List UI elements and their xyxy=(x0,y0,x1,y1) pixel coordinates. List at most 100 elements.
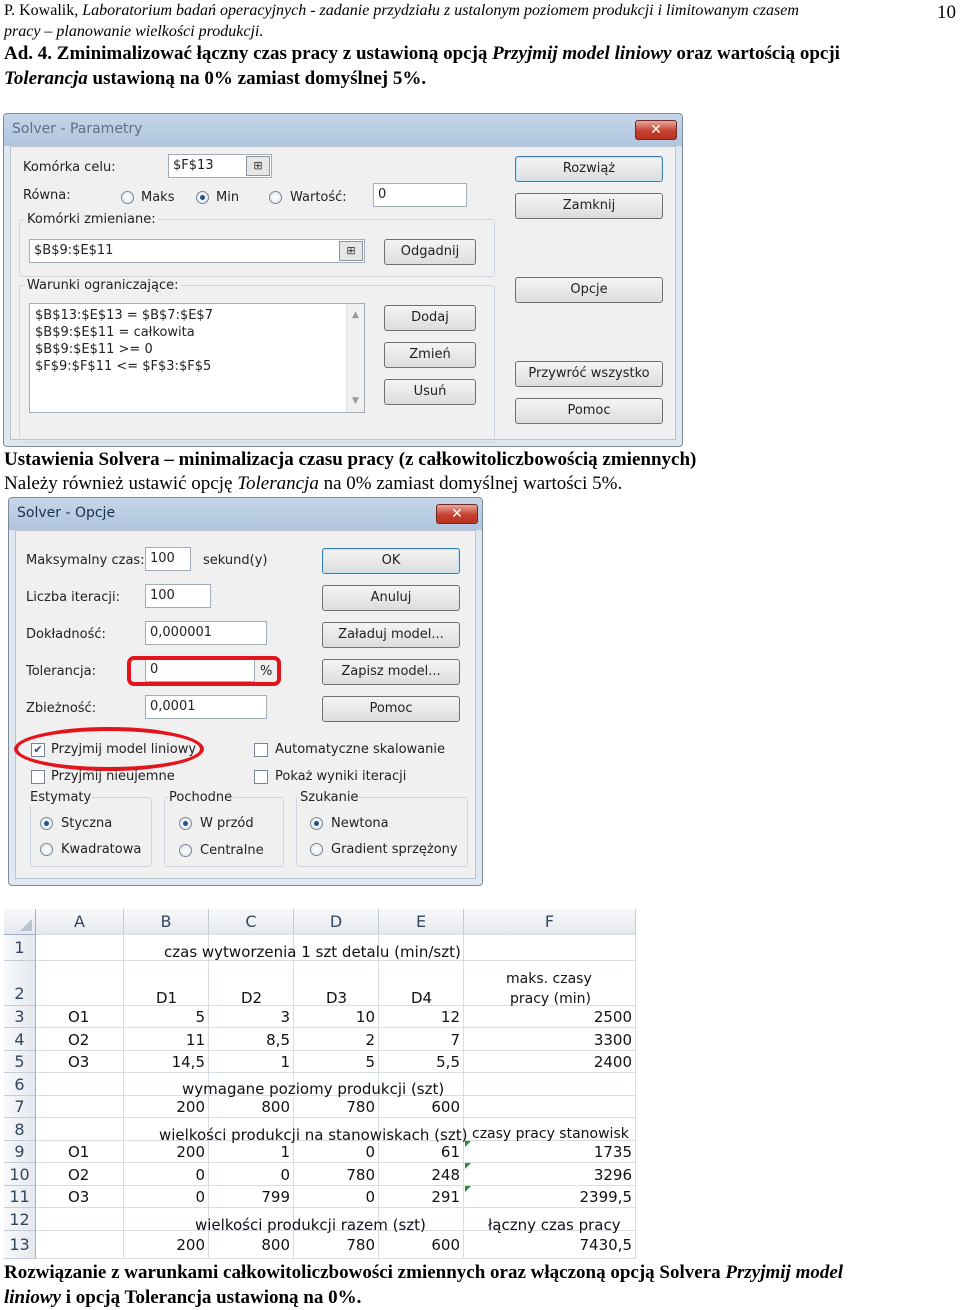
iterations-input[interactable]: 100 xyxy=(145,584,211,608)
cell-f11[interactable]: 2399,5 xyxy=(464,1188,633,1206)
cell-e13[interactable]: 600 xyxy=(379,1236,460,1254)
row-header-7[interactable]: 7 xyxy=(4,1096,36,1118)
cell-b1[interactable]: czas wytworzenia 1 szt detalu (min/szt) xyxy=(164,943,461,961)
radio-newton[interactable] xyxy=(310,817,323,830)
cell-f13[interactable]: 7430,5 xyxy=(464,1236,633,1254)
cell-e7[interactable]: 600 xyxy=(379,1098,460,1116)
solve-button[interactable]: Rozwiąż xyxy=(515,156,663,182)
cell-d3[interactable]: 10 xyxy=(294,1008,375,1026)
cell-d11[interactable]: 0 xyxy=(294,1188,375,1206)
cell-b13[interactable]: 200 xyxy=(124,1236,205,1254)
cell-a10[interactable]: O2 xyxy=(68,1166,89,1184)
cell-e3[interactable]: 12 xyxy=(379,1008,460,1026)
cell-c5[interactable]: 1 xyxy=(209,1053,290,1071)
radio-value[interactable] xyxy=(269,191,282,204)
cell-c7[interactable]: 800 xyxy=(209,1098,290,1116)
cell-f2-line1[interactable]: maks. czasy xyxy=(506,971,592,987)
cell-e9[interactable]: 61 xyxy=(379,1143,460,1161)
row-header-6[interactable]: 6 xyxy=(4,1073,36,1096)
cell-b9[interactable]: 200 xyxy=(124,1143,205,1161)
save-model-button[interactable]: Zapisz model... xyxy=(322,659,460,685)
convergence-input[interactable]: 0,0001 xyxy=(145,695,267,719)
delete-button[interactable]: Usuń xyxy=(384,379,476,405)
close-icon[interactable]: ✕ xyxy=(635,120,677,140)
cell-d9[interactable]: 0 xyxy=(294,1143,375,1161)
help-button[interactable]: Pomoc xyxy=(515,398,663,424)
radio-tangent[interactable] xyxy=(40,817,53,830)
cell-e5[interactable]: 5,5 xyxy=(379,1053,460,1071)
cell-b7[interactable]: 200 xyxy=(124,1098,205,1116)
column-header-b[interactable]: B xyxy=(124,909,209,935)
cell-b12[interactable]: wielkości produkcji razem (szt) xyxy=(195,1216,426,1234)
select-all-corner[interactable] xyxy=(4,909,36,935)
cell-a11[interactable]: O3 xyxy=(68,1188,89,1206)
close-icon[interactable]: ✕ xyxy=(436,504,478,524)
changing-cells-input[interactable]: $B$9:$E$11 xyxy=(29,239,365,263)
cell-d13[interactable]: 780 xyxy=(294,1236,375,1254)
cell-c9[interactable]: 1 xyxy=(209,1143,290,1161)
row-header-1[interactable]: 1 xyxy=(4,935,36,961)
row-header-11[interactable]: 11 xyxy=(4,1186,36,1208)
cell-d10[interactable]: 780 xyxy=(294,1166,375,1184)
cell-d5[interactable]: 5 xyxy=(294,1053,375,1071)
cell-f4[interactable]: 3300 xyxy=(464,1031,632,1049)
scrollbar[interactable]: ▲ ▼ xyxy=(346,304,364,412)
precision-input[interactable]: 0,000001 xyxy=(145,621,267,645)
cell-f9[interactable]: 1735 xyxy=(464,1143,632,1161)
radio-max[interactable] xyxy=(121,191,134,204)
list-item[interactable]: $B$9:$E$11 = całkowita xyxy=(35,325,195,340)
column-header-a[interactable]: A xyxy=(36,909,124,935)
cell-f10[interactable]: 3296 xyxy=(464,1166,632,1184)
list-item[interactable]: $F$9:$F$11 <= $F$3:$F$5 xyxy=(35,359,211,374)
row-header-3[interactable]: 3 xyxy=(4,1006,36,1028)
cell-b6[interactable]: wymagane poziomy produkcji (szt) xyxy=(182,1080,444,1098)
cell-e2[interactable]: D4 xyxy=(411,989,432,1007)
row-header-4[interactable]: 4 xyxy=(4,1028,36,1051)
cell-a3[interactable]: O1 xyxy=(68,1008,89,1026)
radio-central[interactable] xyxy=(179,844,192,857)
range-select-icon[interactable]: ⊞ xyxy=(246,156,270,176)
cell-a9[interactable]: O1 xyxy=(68,1143,89,1161)
cell-f12[interactable]: łączny czas pracy xyxy=(488,1216,621,1234)
cell-e4[interactable]: 7 xyxy=(379,1031,460,1049)
cell-c3[interactable]: 3 xyxy=(209,1008,290,1026)
nonnegative-checkbox[interactable] xyxy=(31,770,45,784)
column-header-d[interactable]: D xyxy=(294,909,379,935)
add-button[interactable]: Dodaj xyxy=(384,305,476,331)
cell-c11[interactable]: 799 xyxy=(209,1188,290,1206)
radio-quadratic[interactable] xyxy=(40,843,53,856)
radio-forward[interactable] xyxy=(179,817,192,830)
list-item[interactable]: $B$9:$E$11 >= 0 xyxy=(35,342,153,357)
column-header-e[interactable]: E xyxy=(379,909,464,935)
cell-c2[interactable]: D2 xyxy=(241,989,262,1007)
ok-button[interactable]: OK xyxy=(322,548,460,574)
cell-f8[interactable]: czasy pracy stanowisk xyxy=(472,1126,629,1142)
cell-f3[interactable]: 2500 xyxy=(464,1008,632,1026)
row-header-9[interactable]: 9 xyxy=(4,1141,36,1163)
row-header-5[interactable]: 5 xyxy=(4,1051,36,1073)
cell-a5[interactable]: O3 xyxy=(68,1053,89,1071)
cell-c10[interactable]: 0 xyxy=(209,1166,290,1184)
cell-d7[interactable]: 780 xyxy=(294,1098,375,1116)
cell-f2-line2[interactable]: pracy (min) xyxy=(510,991,591,1007)
cell-b8[interactable]: wielkości produkcji na stanowiskach (szt… xyxy=(159,1126,467,1144)
column-header-f[interactable]: F xyxy=(464,909,636,935)
cell-d4[interactable]: 2 xyxy=(294,1031,375,1049)
cell-e10[interactable]: 248 xyxy=(379,1166,460,1184)
row-header-12[interactable]: 12 xyxy=(4,1208,36,1231)
cell-b10[interactable]: 0 xyxy=(124,1166,205,1184)
change-button[interactable]: Zmień xyxy=(384,342,476,368)
constraints-list[interactable]: $B$13:$E$13 = $B$7:$E$7 $B$9:$E$11 = cał… xyxy=(29,303,365,413)
radio-conjugate[interactable] xyxy=(310,843,323,856)
cell-b2[interactable]: D1 xyxy=(156,989,177,1007)
list-item[interactable]: $B$13:$E$13 = $B$7:$E$7 xyxy=(35,308,213,323)
cancel-button[interactable]: Anuluj xyxy=(322,585,460,611)
cell-b3[interactable]: 5 xyxy=(124,1008,205,1026)
show-iterations-checkbox[interactable] xyxy=(254,770,268,784)
radio-min[interactable] xyxy=(196,191,209,204)
row-header-10[interactable]: 10 xyxy=(4,1163,36,1186)
cell-a4[interactable]: O2 xyxy=(68,1031,89,1049)
column-header-c[interactable]: C xyxy=(209,909,294,935)
row-header-2[interactable]: 2 xyxy=(4,961,36,1006)
cell-d2[interactable]: D3 xyxy=(326,989,347,1007)
